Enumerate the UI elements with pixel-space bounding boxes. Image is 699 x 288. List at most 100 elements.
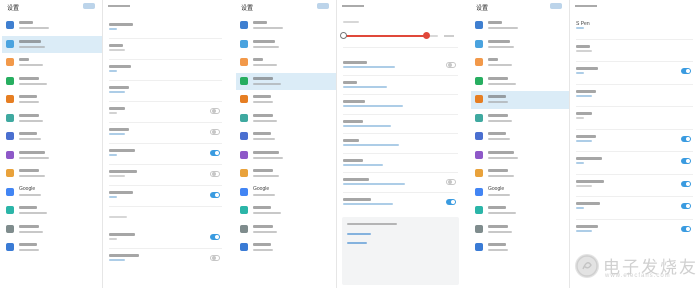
settings-category-item[interactable] — [236, 147, 336, 165]
settings-category-item[interactable] — [236, 72, 336, 90]
settings-category-item[interactable] — [471, 165, 569, 183]
settings-category-item[interactable] — [471, 73, 569, 91]
settings-category-item[interactable] — [471, 17, 569, 35]
toggle-switch[interactable] — [681, 158, 691, 164]
settings-category-item[interactable] — [2, 35, 102, 53]
settings-category-item[interactable] — [471, 54, 569, 72]
settings-category-item[interactable] — [2, 110, 102, 128]
settings-category-item[interactable] — [2, 54, 102, 72]
setting-label-placeholder — [343, 80, 357, 84]
setting-item[interactable] — [337, 116, 464, 132]
toggle-switch[interactable] — [681, 68, 691, 74]
settings-category-item[interactable] — [2, 221, 102, 239]
toggle-switch[interactable] — [210, 150, 220, 156]
setting-item[interactable] — [103, 229, 228, 245]
toggle-switch[interactable] — [210, 234, 220, 240]
setting-item[interactable] — [570, 131, 699, 147]
settings-category-item[interactable] — [2, 91, 102, 109]
setting-item[interactable] — [103, 187, 228, 203]
settings-category-item[interactable] — [236, 165, 336, 183]
toggle-switch[interactable] — [210, 108, 220, 114]
toggle-switch[interactable] — [681, 180, 691, 187]
settings-category-item[interactable] — [471, 239, 569, 257]
setting-item[interactable] — [103, 124, 228, 140]
settings-category-item[interactable] — [236, 239, 336, 257]
brightness-slider-thumb[interactable] — [422, 32, 430, 39]
settings-category-item[interactable] — [471, 147, 569, 165]
settings-category-item[interactable] — [471, 221, 569, 239]
settings-category-item[interactable] — [2, 147, 102, 165]
settings-category-item[interactable] — [471, 36, 569, 54]
setting-item[interactable] — [570, 221, 699, 237]
settings-category-item[interactable] — [236, 54, 336, 72]
divider-line — [343, 47, 458, 48]
category-description-placeholder — [488, 156, 518, 159]
settings-category-item[interactable] — [471, 91, 569, 109]
setting-item[interactable] — [570, 41, 699, 57]
toggle-switch[interactable] — [210, 192, 220, 198]
setting-item[interactable] — [103, 19, 228, 35]
settings-category-item[interactable]: Google — [2, 184, 102, 202]
setting-item[interactable] — [570, 63, 699, 79]
toggle-switch[interactable] — [681, 203, 691, 209]
settings-category-item[interactable] — [236, 36, 336, 54]
setting-item[interactable] — [570, 153, 699, 169]
setting-item[interactable] — [337, 155, 464, 171]
settings-category-item[interactable]: Google — [236, 184, 336, 202]
settings-category-item[interactable] — [2, 165, 102, 183]
toggle-switch[interactable] — [210, 129, 220, 135]
setting-item[interactable] — [337, 194, 464, 210]
lock-screen-icon — [240, 150, 248, 159]
settings-category-item[interactable] — [471, 110, 569, 128]
toggle-switch[interactable] — [681, 225, 691, 232]
toggle-switch[interactable] — [210, 255, 220, 261]
settings-category-item[interactable]: Google — [471, 184, 569, 202]
settings-category-item[interactable] — [2, 239, 102, 257]
suggestion-link[interactable] — [347, 233, 371, 235]
setting-item[interactable] — [570, 198, 699, 214]
settings-category-item[interactable] — [236, 91, 336, 109]
toggle-switch[interactable] — [446, 198, 456, 205]
setting-item[interactable] — [570, 86, 699, 102]
setting-item[interactable] — [337, 96, 464, 112]
category-label-placeholder — [19, 224, 39, 228]
setting-item[interactable] — [103, 145, 228, 161]
settings-category-item[interactable] — [2, 17, 102, 35]
settings-category-item[interactable] — [2, 128, 102, 146]
settings-category-item[interactable] — [2, 202, 102, 220]
search-button[interactable] — [317, 3, 329, 9]
setting-item[interactable] — [103, 40, 228, 56]
settings-title: 设置 — [241, 6, 254, 12]
setting-item[interactable] — [337, 77, 464, 93]
settings-category-item[interactable] — [471, 202, 569, 220]
toggle-switch[interactable] — [210, 171, 220, 177]
setting-label-placeholder — [576, 157, 602, 160]
setting-item[interactable] — [337, 174, 464, 190]
sound-icon — [240, 39, 248, 48]
setting-item[interactable] — [103, 250, 228, 266]
category-description-placeholder — [19, 230, 43, 233]
setting-item[interactable] — [103, 103, 228, 119]
setting-item[interactable] — [103, 166, 228, 182]
setting-item[interactable] — [103, 61, 228, 77]
toggle-switch[interactable] — [446, 179, 456, 185]
setting-item[interactable] — [103, 82, 228, 98]
search-button[interactable] — [83, 3, 95, 9]
settings-category-item[interactable] — [471, 128, 569, 146]
settings-category-item[interactable] — [236, 17, 336, 35]
settings-category-item[interactable] — [236, 221, 336, 239]
settings-category-item[interactable] — [236, 128, 336, 146]
toggle-switch[interactable] — [681, 135, 691, 142]
suggestion-link[interactable] — [347, 242, 367, 244]
setting-item[interactable] — [337, 135, 464, 151]
setting-item[interactable] — [570, 176, 699, 192]
settings-category-item[interactable] — [2, 73, 102, 91]
setting-item[interactable] — [570, 108, 699, 124]
toggle-switch[interactable] — [446, 62, 456, 68]
setting-item[interactable]: S Pen — [570, 18, 699, 34]
settings-category-item[interactable] — [236, 110, 336, 128]
setting-description-placeholder — [576, 139, 592, 142]
setting-item[interactable] — [337, 57, 464, 73]
search-button[interactable] — [550, 3, 562, 9]
settings-category-item[interactable] — [236, 202, 336, 220]
